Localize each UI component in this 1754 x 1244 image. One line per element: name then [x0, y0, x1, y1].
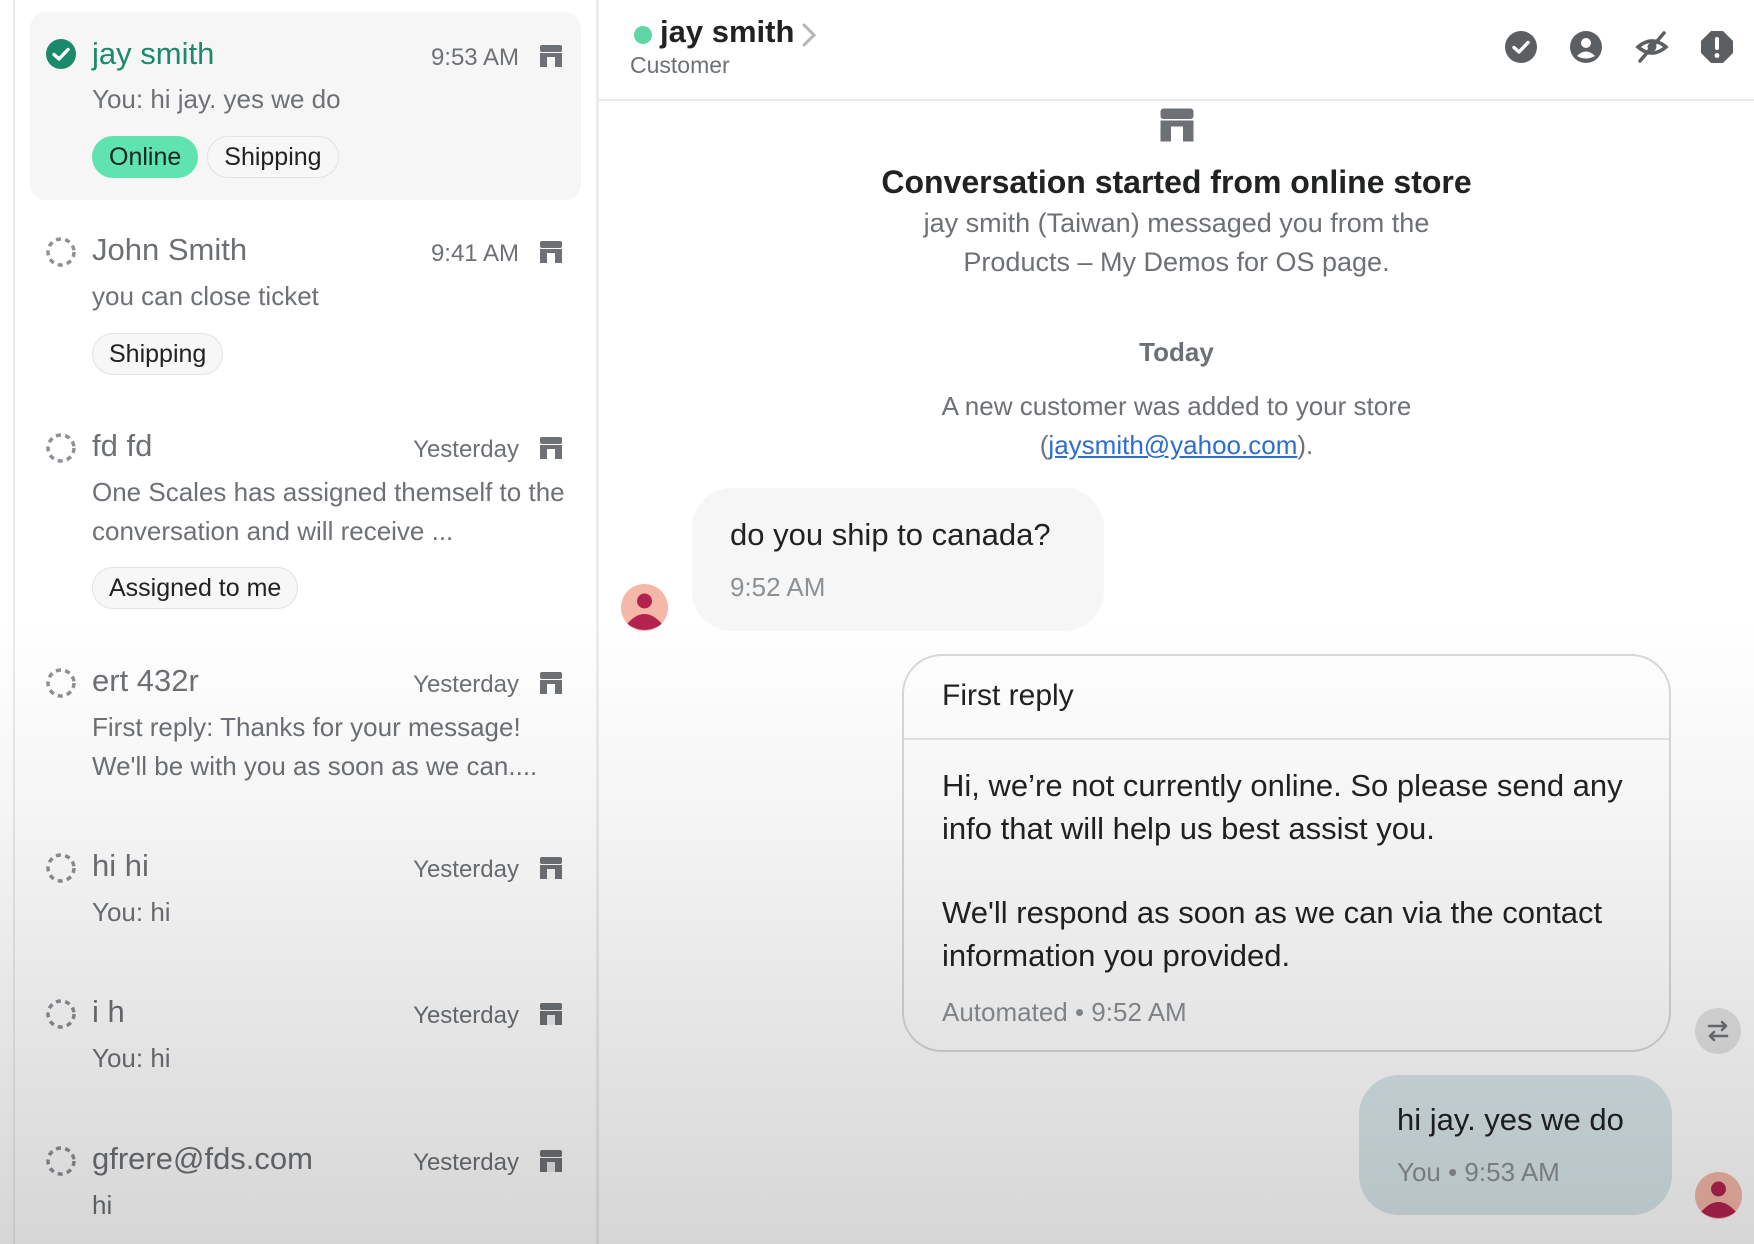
open-status-icon	[46, 237, 76, 267]
conversation-preview: You: hi jay. yes we do	[92, 84, 341, 114]
card-body: Hi, we’re not currently online. So pleas…	[942, 764, 1642, 977]
person-icon	[627, 593, 662, 630]
message-meta: You • 9:53 AM	[1397, 1157, 1560, 1187]
incoming-message: do you ship to canada? 9:52 AM	[692, 488, 1104, 631]
customer-email-link[interactable]: jaysmith@yahoo.com	[1048, 430, 1297, 460]
conversation-preview: hi	[92, 1190, 113, 1220]
conversation-time: Yesterday	[413, 1002, 519, 1029]
store-icon	[540, 857, 562, 879]
store-icon	[540, 672, 562, 694]
store-icon	[540, 437, 562, 459]
report-spam-icon[interactable]	[1700, 30, 1734, 64]
conversation-preview: First reply: Thanks for your message! We…	[92, 712, 538, 781]
conversation-time: Yesterday	[413, 856, 519, 883]
message-text: do you ship to canada?	[730, 517, 1051, 552]
translate-toggle-button[interactable]	[1695, 1008, 1741, 1054]
hide-icon[interactable]	[1635, 30, 1669, 64]
card-paragraph: Hi, we’re not currently online. So pleas…	[942, 768, 1623, 846]
conversation-item[interactable]: jay smith 9:53 AM You: hi jay. yes we do…	[30, 12, 581, 200]
conversation-preview: You: hi	[92, 1043, 171, 1073]
conversation-time: Yesterday	[413, 671, 519, 698]
conversation-item[interactable]: hi hi Yesterday You: hi	[30, 826, 581, 956]
chevron-right-icon[interactable]	[799, 20, 819, 50]
customer-added-event: A new customer was added to your store (…	[599, 387, 1754, 465]
sidebar-left-edge	[13, 0, 15, 1244]
store-icon	[1160, 108, 1194, 142]
subtitle-line: jay smith (Taiwan) messaged you from the	[923, 208, 1430, 238]
conversation-name: fd fd	[92, 428, 153, 463]
card-divider	[904, 738, 1669, 740]
assign-user-icon[interactable]	[1569, 30, 1603, 64]
outgoing-message: hi jay. yes we do You • 9:53 AM	[1359, 1075, 1672, 1215]
store-icon	[540, 241, 562, 263]
event-text: A new customer was added to your store	[941, 391, 1412, 421]
swap-arrows-icon	[1707, 1020, 1729, 1042]
customer-role: Customer	[630, 52, 730, 78]
conversation-item[interactable]: ert 432r Yesterday First reply: Thanks f…	[30, 641, 581, 801]
conversation-preview: you can close ticket	[92, 281, 319, 311]
conversation-name: jay smith	[92, 36, 215, 71]
conversation-time: 9:53 AM	[430, 44, 519, 71]
tag-list: Online Shipping	[92, 136, 339, 178]
conversation-item[interactable]: John Smith 9:41 AM you can close ticket …	[30, 210, 581, 390]
conversation-thread: Conversation started from online store j…	[599, 103, 1754, 1244]
subtitle-line: Products – My Demos for OS page.	[963, 247, 1390, 277]
tag-online: Online	[92, 136, 199, 178]
person-icon	[1701, 1181, 1736, 1218]
automated-first-reply-card: First reply Hi, we’re not currently onli…	[902, 654, 1671, 1052]
event-email-line: (jaysmith@yahoo.com).	[599, 426, 1754, 465]
tag-shipping: Shipping	[92, 333, 224, 375]
conversation-header: jay smith Customer	[599, 0, 1754, 101]
conversation-name: hi hi	[92, 848, 149, 883]
online-indicator	[634, 26, 652, 44]
message-time: 9:52 AM	[730, 572, 826, 602]
customer-name-link[interactable]: jay smith	[660, 14, 794, 50]
conversation-item[interactable]: gfrere@fds.com Yesterday hi	[30, 1119, 581, 1244]
conversation-name: ert 432r	[92, 663, 199, 698]
card-meta: Automated • 9:52 AM	[942, 997, 1187, 1027]
open-status-icon	[46, 668, 76, 698]
conversation-preview: You: hi	[92, 897, 171, 927]
agent-avatar	[1695, 1172, 1742, 1219]
message-text: hi jay. yes we do	[1397, 1102, 1624, 1137]
conversation-name: i h	[92, 994, 125, 1029]
open-status-icon	[46, 853, 76, 883]
conversation-time: Yesterday	[413, 436, 519, 463]
conversation-item[interactable]: fd fd Yesterday One Scales has assigned …	[30, 406, 581, 622]
store-icon	[540, 1003, 562, 1025]
conversation-name: John Smith	[92, 232, 248, 267]
customer-avatar	[621, 584, 668, 631]
open-status-icon	[46, 433, 76, 463]
conversation-list: jay smith 9:53 AM You: hi jay. yes we do…	[0, 0, 597, 1244]
card-title: First reply	[942, 679, 1074, 712]
store-icon	[540, 45, 562, 67]
open-status-icon	[46, 999, 76, 1029]
day-separator: Today	[1139, 337, 1214, 367]
conversation-start-title: Conversation started from online store	[881, 164, 1472, 200]
tag-list: Shipping	[92, 333, 224, 375]
store-icon	[540, 1150, 562, 1172]
mark-done-icon[interactable]	[1504, 30, 1538, 64]
conversation-start-subtitle: jay smith (Taiwan) messaged you from the…	[599, 204, 1754, 282]
resolved-check-icon	[46, 39, 76, 69]
conversation-item[interactable]: i h Yesterday You: hi	[30, 972, 581, 1102]
tag-shipping: Shipping	[207, 136, 339, 178]
card-paragraph: We'll respond as soon as we can via the …	[942, 895, 1603, 973]
conversation-time: Yesterday	[413, 1149, 519, 1176]
paren-close: ).	[1297, 430, 1314, 460]
tag-list: Assigned to me	[92, 567, 299, 609]
open-status-icon	[46, 1146, 76, 1176]
conversation-time: 9:41 AM	[430, 240, 519, 267]
conversation-name: gfrere@fds.com	[92, 1141, 313, 1176]
tag-assigned-to-me: Assigned to me	[92, 567, 299, 609]
conversation-preview: One Scales has assigned themself to the …	[92, 477, 565, 546]
